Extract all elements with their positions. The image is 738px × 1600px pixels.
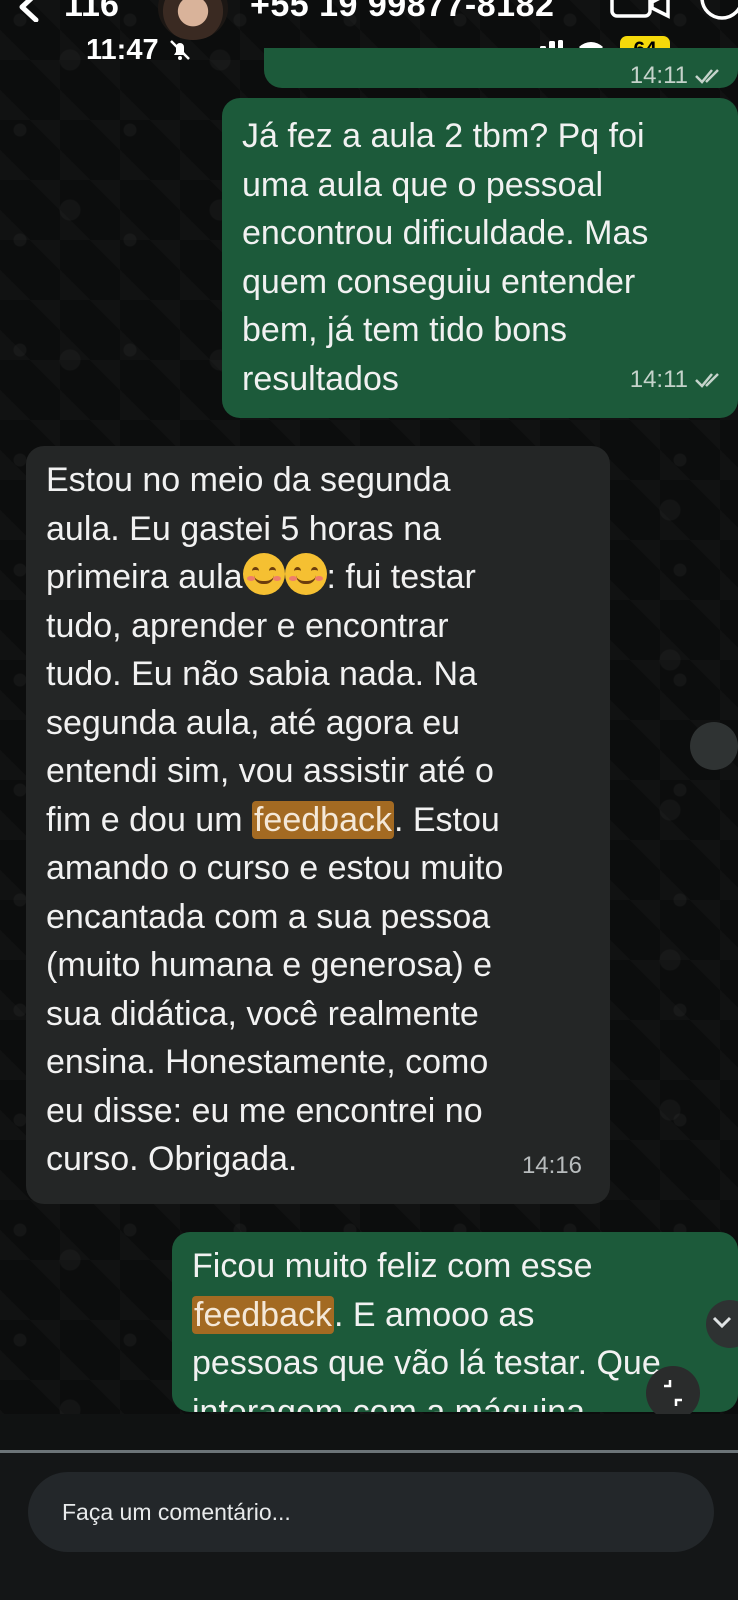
message-text-part: : fui testar tudo, aprender e encontrar … [46, 558, 494, 839]
relieved-face-emoji-icon [242, 553, 285, 595]
chat-background: 116 +55 19 99877-8182 11:47 64 [0, 0, 738, 1452]
reply-icon[interactable] [690, 722, 738, 770]
message-meta: 14:11 [630, 52, 724, 101]
status-time: 11:47 [86, 34, 159, 66]
scroll-down-button[interactable] [706, 1300, 738, 1348]
double-check-icon [695, 69, 719, 85]
video-call-icon[interactable] [610, 0, 670, 20]
message-text: Estou no meio da segunda aula. Eu gastei… [46, 456, 600, 1184]
unread-count[interactable]: 116 [64, 0, 119, 25]
message-bubble-incoming[interactable]: Estou no meio da segunda aula. Eu gastei… [26, 446, 610, 1204]
chevron-down-icon [712, 1316, 732, 1329]
collapse-icon [664, 1380, 682, 1406]
contact-phone[interactable]: +55 19 99877-8182 [250, 0, 554, 25]
mute-bell-icon [170, 40, 190, 60]
message-time: 14:11 [629, 365, 688, 393]
message-meta: 14:11 [630, 356, 724, 405]
highlighted-word: feedback [192, 1295, 334, 1334]
collapse-button[interactable] [646, 1366, 700, 1420]
highlighted-word: feedback [251, 800, 394, 839]
back-arrow-icon[interactable] [16, 0, 42, 22]
double-check-icon [695, 372, 719, 388]
message-bubble-outgoing[interactable]: 14:11 [264, 48, 738, 89]
smiling-face-emoji-icon [284, 553, 327, 595]
comment-input[interactable]: Faça um comentário... [28, 1472, 714, 1552]
message-text-part: Ficou muito feliz com esse [192, 1247, 593, 1285]
message-bubble-outgoing[interactable]: Já fez a aula 2 tbm? Pq foi uma aula que… [222, 98, 738, 418]
message-time: 14:16 [521, 1151, 582, 1179]
message-input-bar [0, 1414, 738, 1454]
message-time: 14:11 [629, 62, 688, 89]
phone-call-icon[interactable] [700, 0, 738, 24]
message-text-part: . Estou amando o curso e estou muito enc… [46, 800, 504, 1179]
